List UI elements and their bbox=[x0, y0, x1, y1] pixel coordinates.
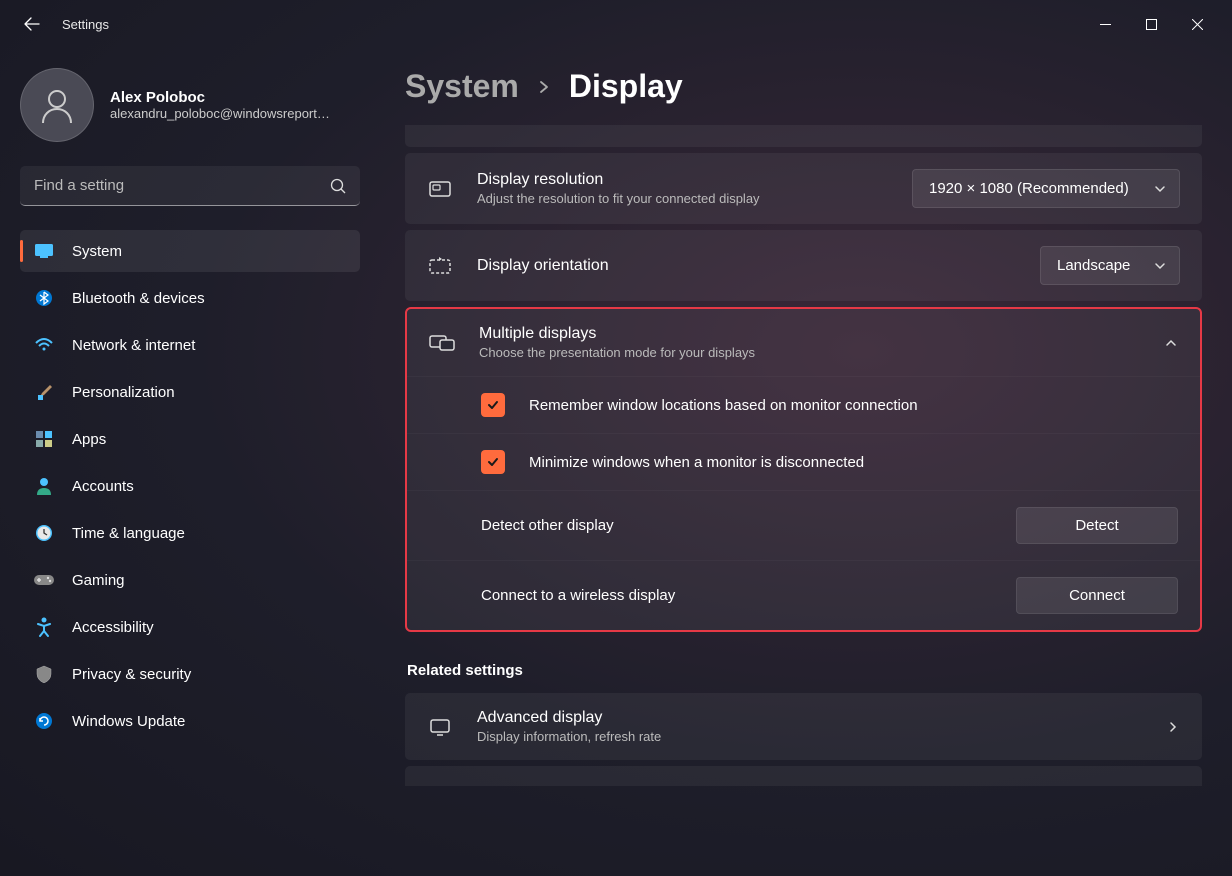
connect-wireless-row: Connect to a wireless display Connect bbox=[407, 561, 1200, 630]
wifi-icon bbox=[34, 335, 54, 355]
sidebar-item-accessibility[interactable]: Accessibility bbox=[20, 606, 360, 648]
remember-locations-label: Remember window locations based on monit… bbox=[529, 397, 918, 414]
sidebar-item-label: Privacy & security bbox=[72, 666, 191, 683]
monitor-icon bbox=[34, 241, 54, 261]
user-block[interactable]: Alex Poloboc alexandru_poloboc@windowsre… bbox=[20, 48, 360, 166]
check-icon bbox=[486, 455, 500, 469]
chevron-up-icon bbox=[1164, 336, 1178, 350]
connect-button[interactable]: Connect bbox=[1016, 577, 1178, 614]
search-icon bbox=[330, 178, 346, 194]
orientation-dropdown[interactable]: Landscape bbox=[1040, 246, 1180, 285]
sidebar-item-accounts[interactable]: Accounts bbox=[20, 465, 360, 507]
person-icon bbox=[37, 85, 77, 125]
multiple-sub: Choose the presentation mode for your di… bbox=[479, 345, 1140, 360]
sidebar-item-label: Network & internet bbox=[72, 337, 195, 354]
sidebar-item-label: Gaming bbox=[72, 572, 125, 589]
advanced-display-icon bbox=[427, 715, 453, 739]
sidebar-item-personalization[interactable]: Personalization bbox=[20, 371, 360, 413]
back-arrow-icon bbox=[24, 16, 40, 32]
app-title: Settings bbox=[62, 17, 109, 32]
card-partial-bottom bbox=[405, 766, 1202, 786]
avatar bbox=[20, 68, 94, 142]
sidebar-item-label: Bluetooth & devices bbox=[72, 290, 205, 307]
accessibility-icon bbox=[34, 617, 54, 637]
breadcrumb-current: Display bbox=[569, 68, 683, 105]
sidebar-item-bluetooth-devices[interactable]: Bluetooth & devices bbox=[20, 277, 360, 319]
clock-icon bbox=[34, 523, 54, 543]
chevron-down-icon bbox=[1153, 259, 1167, 273]
minimize-on-disconnect-row[interactable]: Minimize windows when a monitor is disco… bbox=[407, 434, 1200, 491]
minimize-icon bbox=[1100, 19, 1111, 30]
user-name: Alex Poloboc bbox=[110, 89, 330, 106]
orientation-card[interactable]: Display orientation Landscape bbox=[405, 230, 1202, 301]
multiple-title: Multiple displays bbox=[479, 325, 1140, 343]
resolution-card[interactable]: Display resolution Adjust the resolution… bbox=[405, 153, 1202, 224]
remember-locations-row[interactable]: Remember window locations based on monit… bbox=[407, 377, 1200, 434]
orientation-icon bbox=[427, 254, 453, 278]
resolution-title: Display resolution bbox=[477, 171, 888, 189]
chevron-right-icon bbox=[537, 80, 551, 94]
chevron-down-icon bbox=[1153, 182, 1167, 196]
detect-button[interactable]: Detect bbox=[1016, 507, 1178, 544]
multiple-displays-card: Multiple displays Choose the presentatio… bbox=[405, 307, 1202, 632]
gamepad-icon bbox=[34, 570, 54, 590]
advanced-display-card[interactable]: Advanced display Display information, re… bbox=[405, 693, 1202, 760]
sidebar-item-gaming[interactable]: Gaming bbox=[20, 559, 360, 601]
close-icon bbox=[1192, 19, 1203, 30]
sidebar-item-system[interactable]: System bbox=[20, 230, 360, 272]
sidebar-item-label: Personalization bbox=[72, 384, 175, 401]
sidebar-item-label: Windows Update bbox=[72, 713, 185, 730]
multiple-displays-header[interactable]: Multiple displays Choose the presentatio… bbox=[407, 309, 1200, 377]
sidebar-item-label: Apps bbox=[72, 431, 106, 448]
sidebar-item-label: Time & language bbox=[72, 525, 185, 542]
breadcrumb: System Display bbox=[405, 68, 1202, 105]
person-icon bbox=[34, 476, 54, 496]
sidebar-item-label: Accessibility bbox=[72, 619, 154, 636]
resolution-sub: Adjust the resolution to fit your connec… bbox=[477, 191, 888, 206]
multiple-displays-icon bbox=[429, 331, 455, 355]
close-button[interactable] bbox=[1174, 8, 1220, 40]
orientation-title: Display orientation bbox=[477, 257, 1016, 275]
search-input[interactable] bbox=[20, 166, 360, 206]
check-icon bbox=[486, 398, 500, 412]
card-partial bbox=[405, 125, 1202, 147]
advanced-sub: Display information, refresh rate bbox=[477, 729, 1142, 744]
brush-icon bbox=[34, 382, 54, 402]
user-email: alexandru_poloboc@windowsreport… bbox=[110, 106, 330, 121]
maximize-icon bbox=[1146, 19, 1157, 30]
sidebar-item-privacy-security[interactable]: Privacy & security bbox=[20, 653, 360, 695]
sidebar-item-label: Accounts bbox=[72, 478, 134, 495]
bluetooth-icon bbox=[34, 288, 54, 308]
related-heading: Related settings bbox=[407, 662, 1202, 679]
resolution-dropdown[interactable]: 1920 × 1080 (Recommended) bbox=[912, 169, 1180, 208]
apps-icon bbox=[34, 429, 54, 449]
breadcrumb-parent[interactable]: System bbox=[405, 68, 519, 105]
advanced-title: Advanced display bbox=[477, 709, 1142, 727]
sidebar-item-time-language[interactable]: Time & language bbox=[20, 512, 360, 554]
maximize-button[interactable] bbox=[1128, 8, 1174, 40]
checkbox-checked[interactable] bbox=[481, 393, 505, 417]
shield-icon bbox=[34, 664, 54, 684]
sidebar-item-network-internet[interactable]: Network & internet bbox=[20, 324, 360, 366]
connect-label: Connect to a wireless display bbox=[481, 587, 992, 604]
sidebar-item-label: System bbox=[72, 243, 122, 260]
sidebar-item-windows-update[interactable]: Windows Update bbox=[20, 700, 360, 742]
minimize-disconnect-label: Minimize windows when a monitor is disco… bbox=[529, 454, 864, 471]
sidebar-item-apps[interactable]: Apps bbox=[20, 418, 360, 460]
detect-label: Detect other display bbox=[481, 517, 992, 534]
checkbox-checked[interactable] bbox=[481, 450, 505, 474]
update-icon bbox=[34, 711, 54, 731]
minimize-button[interactable] bbox=[1082, 8, 1128, 40]
resolution-icon bbox=[427, 177, 453, 201]
back-button[interactable] bbox=[12, 4, 52, 44]
chevron-right-icon bbox=[1166, 720, 1180, 734]
detect-display-row: Detect other display Detect bbox=[407, 491, 1200, 561]
